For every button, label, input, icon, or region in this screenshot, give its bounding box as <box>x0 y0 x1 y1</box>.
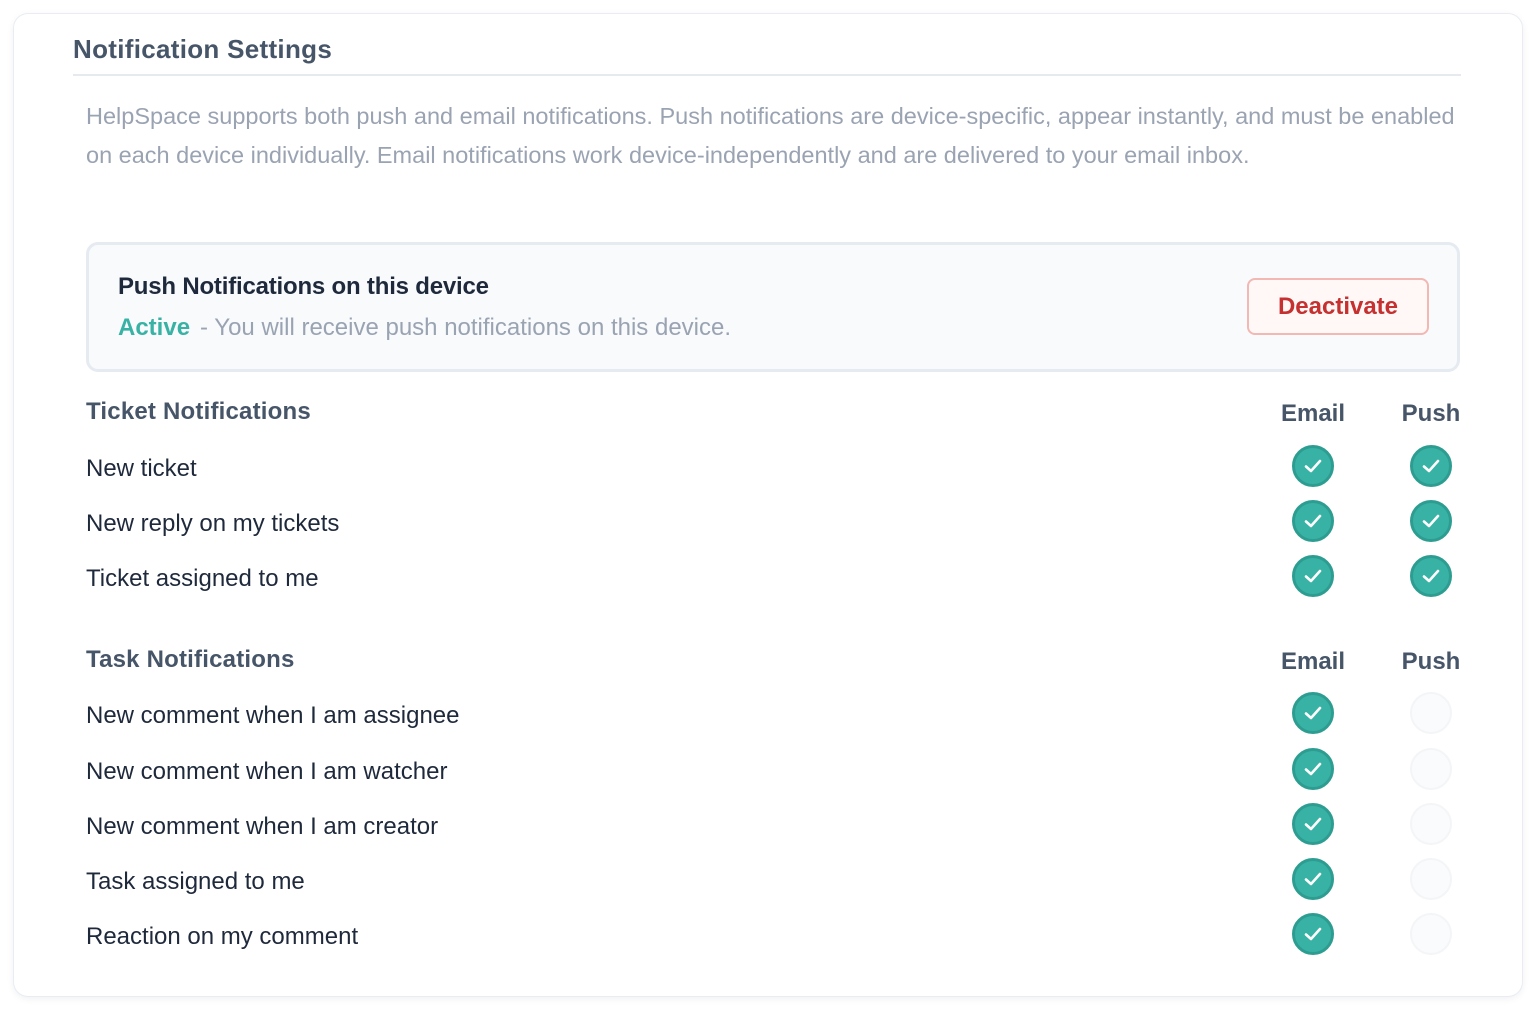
push-toggle[interactable] <box>1410 748 1452 790</box>
task-push-column-header: Push <box>1401 648 1461 675</box>
ticket-notifications-heading: Ticket Notifications <box>86 398 311 425</box>
notification-label: New comment when I am watcher <box>86 758 448 785</box>
email-toggle[interactable] <box>1292 555 1334 597</box>
email-toggle[interactable] <box>1292 913 1334 955</box>
settings-description: HelpSpace supports both push and email n… <box>86 103 1455 168</box>
notification-settings-card: Notification Settings HelpSpace supports… <box>14 14 1522 996</box>
push-toggle[interactable] <box>1410 500 1452 542</box>
notification-label: Reaction on my comment <box>86 923 359 950</box>
check-icon <box>1304 927 1322 941</box>
check-icon <box>1422 569 1440 583</box>
email-toggle[interactable] <box>1292 748 1334 790</box>
page-title: Notification Settings <box>73 34 333 64</box>
ticket-email-column-header: Email <box>1280 400 1346 427</box>
task-notifications-heading: Task Notifications <box>86 646 295 673</box>
push-toggle[interactable] <box>1410 913 1452 955</box>
push-device-title: Push Notifications on this device <box>118 273 489 300</box>
push-device-panel: Push Notifications on this device Active… <box>86 242 1460 372</box>
check-icon <box>1304 706 1322 720</box>
notification-label: New comment when I am creator <box>86 813 439 840</box>
status-separator: - <box>200 314 209 341</box>
email-toggle[interactable] <box>1292 803 1334 845</box>
check-icon <box>1304 872 1322 886</box>
email-toggle[interactable] <box>1292 500 1334 542</box>
push-toggle[interactable] <box>1410 803 1452 845</box>
email-toggle[interactable] <box>1292 858 1334 900</box>
notification-label: New comment when I am assignee <box>86 702 460 729</box>
ticket-push-column-header: Push <box>1401 400 1461 427</box>
check-icon <box>1304 569 1322 583</box>
notification-label: New ticket <box>86 455 197 482</box>
notification-label: Task assigned to me <box>86 868 305 895</box>
email-toggle[interactable] <box>1292 692 1334 734</box>
deactivate-button[interactable]: Deactivate <box>1247 278 1429 335</box>
check-icon <box>1304 762 1322 776</box>
email-toggle[interactable] <box>1292 445 1334 487</box>
task-email-column-header: Email <box>1280 648 1346 675</box>
notification-label: Ticket assigned to me <box>86 565 319 592</box>
check-icon <box>1304 459 1322 473</box>
push-toggle[interactable] <box>1410 445 1452 487</box>
push-toggle[interactable] <box>1410 692 1452 734</box>
push-device-status-line: Active - You will receive push notificati… <box>118 314 731 342</box>
status-badge: Active <box>118 314 191 341</box>
notification-label: New reply on my tickets <box>86 510 340 537</box>
check-icon <box>1422 514 1440 528</box>
title-divider <box>73 74 1461 76</box>
check-icon <box>1422 459 1440 473</box>
status-description: You will receive push notifications on t… <box>214 314 732 341</box>
push-toggle[interactable] <box>1410 555 1452 597</box>
check-icon <box>1304 514 1322 528</box>
check-icon <box>1304 817 1322 831</box>
push-toggle[interactable] <box>1410 858 1452 900</box>
